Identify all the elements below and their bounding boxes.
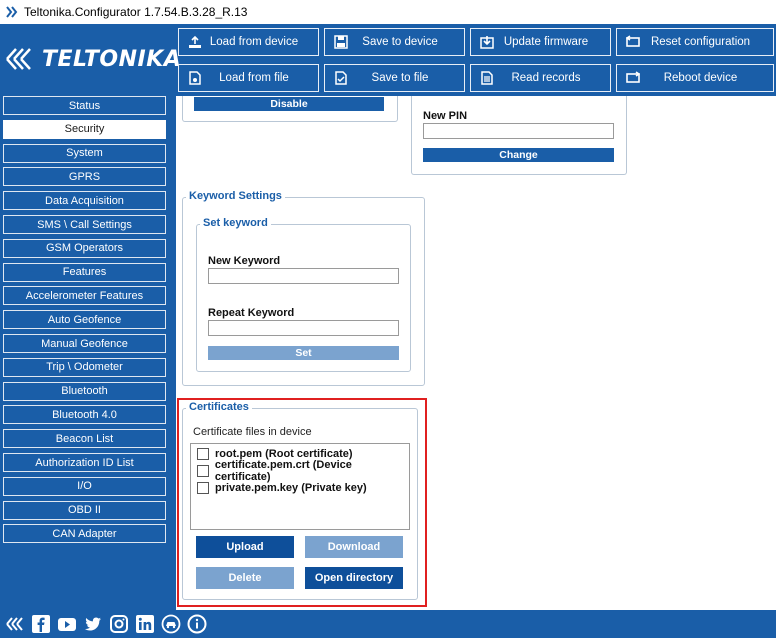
main-content: Disable New PIN Change Keyword Settings … (176, 96, 776, 610)
reset-configuration-label: Reset configuration (650, 36, 751, 48)
logo-text: TELTONIKA (42, 46, 182, 72)
upload-button[interactable]: Upload (196, 536, 294, 558)
read-records-label: Read records (511, 72, 581, 84)
window-title: Teltonika.Configurator 1.7.54.B.3.28_R.1… (24, 5, 248, 19)
disable-pin-button[interactable]: Disable (194, 97, 384, 111)
new-pin-label: New PIN (423, 110, 468, 122)
certificate-checkbox[interactable] (197, 448, 209, 460)
info-icon[interactable] (186, 613, 208, 635)
sidebar-item-io[interactable]: I/O (3, 476, 166, 496)
save-to-device-button[interactable]: Save to device (324, 28, 465, 56)
new-keyword-input[interactable] (208, 268, 399, 284)
set-keyword-button[interactable]: Set (208, 346, 399, 360)
repeat-keyword-input[interactable] (208, 320, 399, 336)
save-device-icon (332, 33, 350, 51)
sidebar-item-security[interactable]: Security (3, 119, 166, 139)
download-button[interactable]: Download (305, 536, 403, 558)
load-from-device-label: Load from device (209, 36, 299, 48)
update-firmware-button[interactable]: Update firmware (470, 28, 611, 56)
update-firmware-label: Update firmware (503, 36, 589, 48)
load-from-device-button[interactable]: Load from device (178, 28, 319, 56)
certificate-checkbox[interactable] (197, 482, 209, 494)
sidebar-item-status[interactable]: Status (3, 96, 166, 115)
teltonika-logo-icon (6, 48, 31, 70)
header: TELTONIKA Load from device Save to devic… (0, 24, 776, 96)
save-to-file-button[interactable]: Save to file (324, 64, 465, 92)
sidebar-item-bluetooth[interactable]: Bluetooth (3, 381, 166, 401)
sidebar-item-bluetooth-4[interactable]: Bluetooth 4.0 (3, 405, 166, 425)
sidebar-item-data-acquisition[interactable]: Data Acquisition (3, 191, 166, 211)
set-keyword-title: Set keyword (200, 217, 271, 229)
open-directory-button[interactable]: Open directory (305, 567, 403, 589)
change-pin-button[interactable]: Change (423, 148, 614, 162)
load-from-file-button[interactable]: Load from file (178, 64, 319, 92)
reboot-device-label: Reboot device (663, 72, 738, 84)
reboot-device-button[interactable]: Reboot device (616, 64, 774, 92)
certificate-files-label: Certificate files in device (193, 426, 312, 438)
records-icon (478, 69, 496, 87)
read-records-button[interactable]: Read records (470, 64, 611, 92)
load-file-icon (186, 69, 204, 87)
delete-button[interactable]: Delete (196, 567, 294, 589)
sidebar-item-can-adapter[interactable]: CAN Adapter (3, 524, 166, 544)
window-titlebar: Teltonika.Configurator 1.7.54.B.3.28_R.1… (0, 0, 776, 24)
instagram-icon[interactable] (108, 613, 130, 635)
app-icon (6, 6, 18, 18)
sidebar: Status Security System GPRS Data Acquisi… (0, 96, 176, 610)
certificate-item-device[interactable]: certificate.pem.crt (Device certificate) (197, 459, 409, 483)
teltonika-logo: TELTONIKA (4, 44, 181, 74)
sidebar-item-accelerometer-features[interactable]: Accelerometer Features (3, 286, 166, 306)
sidebar-item-trip-odometer[interactable]: Trip \ Odometer (3, 357, 166, 377)
sidebar-item-obd-ii[interactable]: OBD II (3, 500, 166, 520)
keyword-settings-title: Keyword Settings (186, 190, 285, 202)
new-pin-input[interactable] (423, 123, 614, 139)
linkedin-icon[interactable] (134, 613, 156, 635)
firmware-icon (478, 33, 496, 51)
sidebar-item-sms-call-settings[interactable]: SMS \ Call Settings (3, 215, 166, 234)
save-to-device-label: Save to device (362, 36, 438, 48)
sidebar-item-manual-geofence[interactable]: Manual Geofence (3, 334, 166, 353)
certificate-name: certificate.pem.crt (Device certificate) (214, 459, 352, 483)
certificates-title: Certificates (186, 401, 252, 413)
reset-configuration-button[interactable]: Reset configuration (616, 28, 774, 56)
load-from-file-label: Load from file (219, 72, 289, 84)
new-keyword-label: New Keyword (208, 255, 281, 267)
sidebar-item-gsm-operators[interactable]: GSM Operators (3, 238, 166, 258)
certificate-file-list[interactable]: root.pem (Root certificate) certificate.… (190, 443, 410, 530)
sidebar-item-authorization-id-list[interactable]: Authorization ID List (3, 453, 166, 472)
certificate-name: private.pem.key (Private key) (215, 482, 367, 494)
reboot-icon (624, 69, 642, 87)
sidebar-item-beacon-list[interactable]: Beacon List (3, 429, 166, 449)
certificate-item-private-key[interactable]: private.pem.key (Private key) (197, 481, 367, 495)
load-device-icon (186, 33, 204, 51)
sidebar-item-gprs[interactable]: GPRS (3, 167, 166, 187)
footer (0, 610, 776, 638)
sidebar-item-auto-geofence[interactable]: Auto Geofence (3, 310, 166, 330)
repeat-keyword-label: Repeat Keyword (208, 307, 295, 319)
car-icon[interactable] (160, 613, 182, 635)
sidebar-item-features[interactable]: Features (3, 262, 166, 282)
youtube-icon[interactable] (56, 613, 78, 635)
sidebar-item-system[interactable]: System (3, 143, 166, 163)
save-file-icon (332, 69, 350, 87)
certificate-checkbox[interactable] (197, 465, 209, 477)
twitter-icon[interactable] (82, 613, 104, 635)
reset-icon (624, 33, 642, 51)
facebook-icon[interactable] (30, 613, 52, 635)
save-to-file-label: Save to file (371, 72, 429, 84)
teltonika-icon[interactable] (4, 613, 26, 635)
